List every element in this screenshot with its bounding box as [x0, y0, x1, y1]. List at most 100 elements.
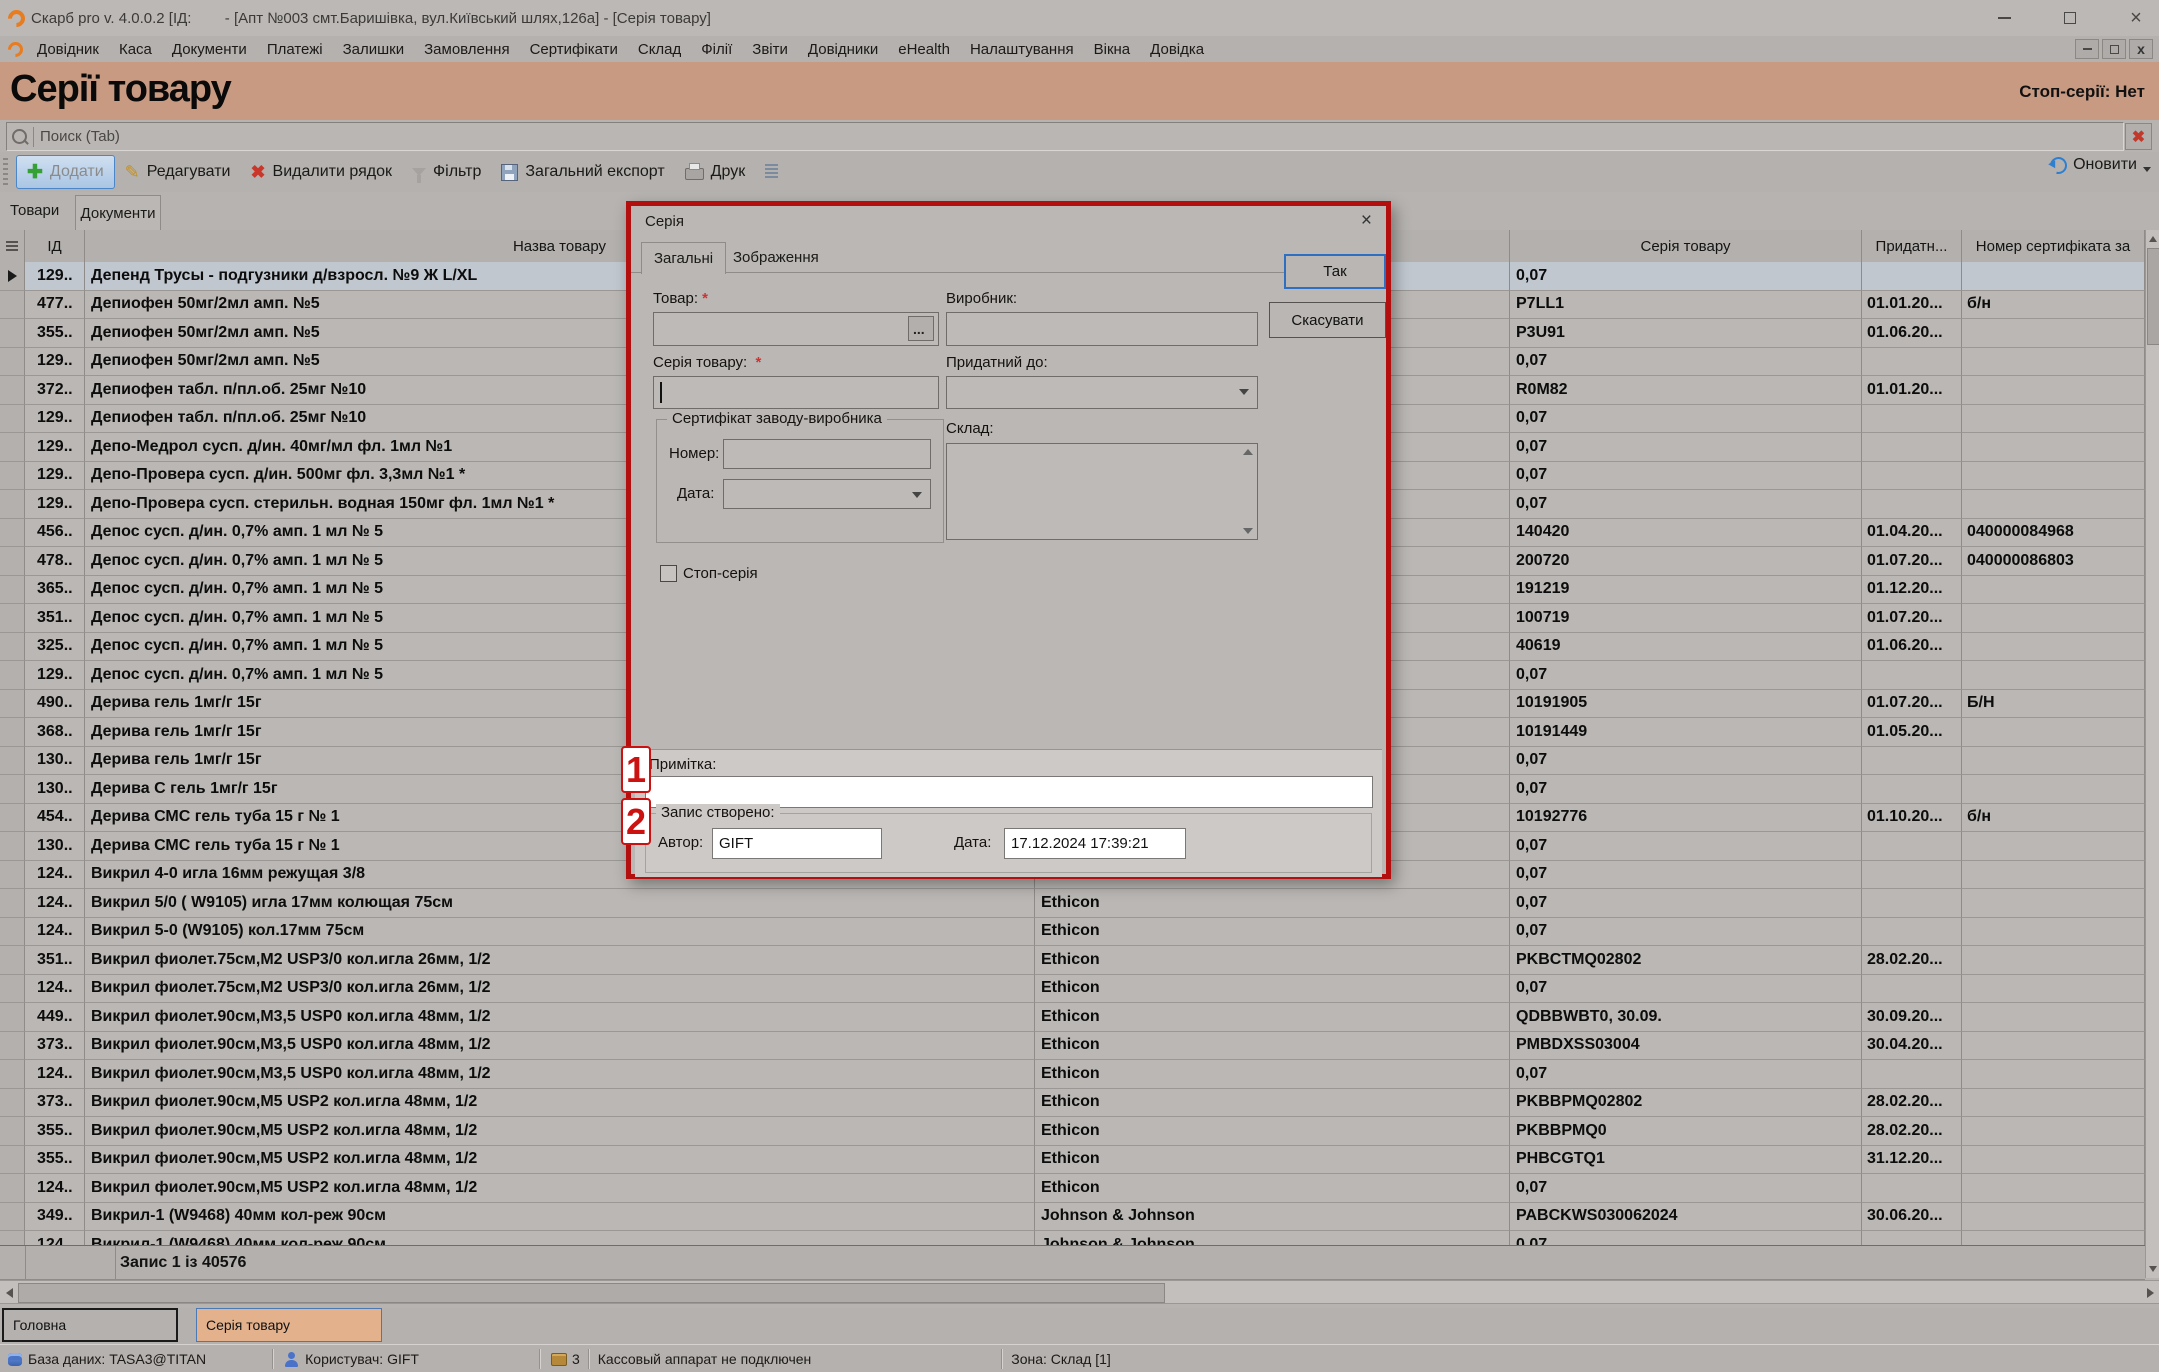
mdi-close-button[interactable]: x: [2129, 39, 2153, 59]
close-icon[interactable]: ×: [2123, 7, 2149, 29]
row-selector[interactable]: [0, 405, 25, 434]
menu-item[interactable]: Довідка: [1140, 41, 1214, 58]
menu-item[interactable]: Довідник: [27, 41, 109, 58]
search-clear-button[interactable]: ✖: [2125, 123, 2152, 150]
table-row[interactable]: 449.. Викрил фиолет.90см,М3,5 USP0 кол.и…: [0, 1003, 2145, 1032]
row-selector[interactable]: [0, 262, 25, 291]
bottom-tab-series[interactable]: Серія товару: [196, 1308, 382, 1342]
row-selector[interactable]: [0, 1060, 25, 1089]
row-selector[interactable]: [0, 1231, 25, 1245]
row-selector[interactable]: [0, 462, 25, 491]
row-selector[interactable]: [0, 1174, 25, 1203]
add-button[interactable]: ✚ Додати: [16, 155, 115, 189]
row-selector[interactable]: [0, 604, 25, 633]
menu-item[interactable]: Документи: [162, 41, 257, 58]
row-selector[interactable]: [0, 832, 25, 861]
row-selector[interactable]: [0, 1117, 25, 1146]
table-row[interactable]: 355.. Викрил фиолет.90см,М5 USP2 кол.игл…: [0, 1146, 2145, 1175]
author-field[interactable]: GIFT: [712, 828, 882, 859]
table-row[interactable]: 349.. Викрил-1 (W9468) 40мм кол-реж 90см…: [0, 1203, 2145, 1232]
horizontal-scrollbar[interactable]: [0, 1280, 2159, 1304]
scroll-down-icon[interactable]: [2147, 1262, 2159, 1276]
row-selector[interactable]: [0, 1032, 25, 1061]
dialog-tab-general[interactable]: Загальні: [641, 242, 726, 274]
row-selector[interactable]: [0, 889, 25, 918]
row-selector[interactable]: [0, 376, 25, 405]
cert-number-field[interactable]: [723, 439, 931, 469]
ok-button[interactable]: Так: [1284, 254, 1386, 289]
minimize-button[interactable]: [1991, 7, 2017, 29]
manufacturer-field[interactable]: [946, 312, 1258, 346]
menu-item[interactable]: Каса: [109, 41, 162, 58]
tab-dokumenty[interactable]: Документи: [75, 195, 161, 230]
edit-button[interactable]: ✎ Редагувати: [115, 156, 241, 188]
warehouse-listbox[interactable]: [946, 443, 1258, 540]
row-selector[interactable]: [0, 319, 25, 348]
row-selector[interactable]: [0, 1203, 25, 1232]
columns-button[interactable]: [755, 156, 788, 188]
table-row[interactable]: 373.. Викрил фиолет.90см,М5 USP2 кол.игл…: [0, 1089, 2145, 1118]
menu-item[interactable]: Склад: [628, 41, 691, 58]
mdi-restore-button[interactable]: [2102, 39, 2126, 59]
restore-icon[interactable]: [2057, 7, 2083, 29]
row-selector[interactable]: [0, 1089, 25, 1118]
row-selector[interactable]: [0, 804, 25, 833]
table-row[interactable]: 124.. Викрил фиолет.90см,М3,5 USP0 кол.и…: [0, 1060, 2145, 1089]
mdi-minimize-button[interactable]: [2075, 39, 2099, 59]
row-selector[interactable]: [0, 661, 25, 690]
scroll-up-icon[interactable]: [2147, 232, 2159, 246]
menu-item[interactable]: Довідники: [798, 41, 888, 58]
cancel-button[interactable]: Скасувати: [1269, 302, 1386, 338]
print-button[interactable]: Друк: [675, 156, 756, 188]
row-selector[interactable]: [0, 946, 25, 975]
row-selector[interactable]: [0, 718, 25, 747]
valid-until-dropdown[interactable]: [946, 376, 1258, 409]
scroll-right-icon[interactable]: [2143, 1285, 2157, 1300]
toolbar-drag-handle[interactable]: [3, 158, 8, 186]
menu-item[interactable]: Звіти: [742, 41, 798, 58]
table-row[interactable]: 124.. Викрил 5/0 ( W9105) игла 17мм колю…: [0, 889, 2145, 918]
row-selector[interactable]: [0, 348, 25, 377]
row-selector[interactable]: [0, 490, 25, 519]
chevron-down-icon[interactable]: [2143, 167, 2151, 172]
row-selector[interactable]: [0, 633, 25, 662]
menu-item[interactable]: Філії: [691, 41, 742, 58]
search-input[interactable]: Поиск (Tab): [6, 122, 2124, 151]
horizontal-scrollbar-thumb[interactable]: [18, 1283, 1165, 1303]
row-selector[interactable]: [0, 861, 25, 890]
column-header-valid[interactable]: Придатн...: [1862, 230, 1962, 262]
menu-item[interactable]: Замовлення: [414, 41, 519, 58]
column-header-cert[interactable]: Номер сертифіката за: [1962, 230, 2145, 262]
dialog-close-icon[interactable]: ×: [1361, 211, 1372, 230]
row-selector[interactable]: [0, 576, 25, 605]
export-button[interactable]: Загальний експорт: [491, 156, 674, 188]
menu-item[interactable]: Вікна: [1084, 41, 1141, 58]
table-row[interactable]: 124.. Викрил фиолет.75см,М2 USP3/0 кол.и…: [0, 975, 2145, 1004]
row-selector[interactable]: [0, 747, 25, 776]
refresh-button[interactable]: Оновити: [2050, 156, 2151, 174]
dialog-tab-image[interactable]: Зображення: [723, 249, 829, 266]
delete-row-button[interactable]: ✖ Видалити рядок: [240, 156, 402, 188]
vertical-scrollbar-thumb[interactable]: [2147, 248, 2159, 345]
menu-item[interactable]: Налаштування: [960, 41, 1084, 58]
cert-date-dropdown[interactable]: [723, 479, 931, 509]
table-row[interactable]: 124.. Викрил 5-0 (W9105) кол.17мм 75см E…: [0, 918, 2145, 947]
row-selector[interactable]: [0, 690, 25, 719]
row-selector[interactable]: [0, 547, 25, 576]
product-lookup-button[interactable]: ...: [908, 316, 934, 341]
table-row[interactable]: 124.. Викрил фиолет.90см,М5 USP2 кол.игл…: [0, 1174, 2145, 1203]
series-field[interactable]: [653, 376, 939, 409]
row-selector[interactable]: [0, 519, 25, 548]
tab-tovary[interactable]: Товари: [10, 202, 59, 219]
row-selector[interactable]: [0, 775, 25, 804]
table-row[interactable]: 124.. Викрил-1 (W9468) 40мм кол-реж 90см…: [0, 1231, 2145, 1245]
row-selector[interactable]: [0, 1003, 25, 1032]
product-field[interactable]: ...: [653, 312, 939, 346]
column-header-id[interactable]: ІД: [25, 230, 85, 262]
scroll-left-icon[interactable]: [2, 1285, 16, 1300]
row-selector[interactable]: [0, 291, 25, 320]
vertical-scrollbar[interactable]: [2145, 230, 2159, 1278]
stop-series-checkbox[interactable]: [660, 565, 677, 582]
row-selector[interactable]: [0, 433, 25, 462]
menu-item[interactable]: Платежі: [257, 41, 333, 58]
